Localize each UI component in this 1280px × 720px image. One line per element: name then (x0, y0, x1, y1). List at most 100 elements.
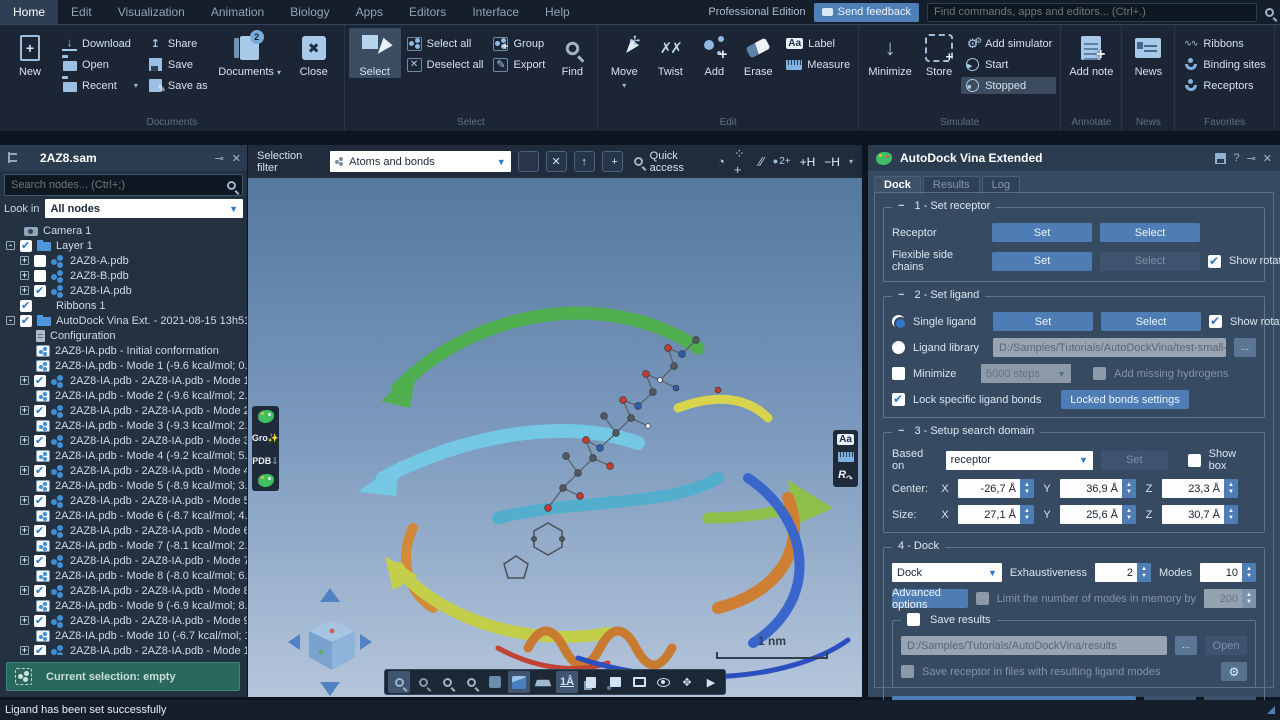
orientation-gizmo[interactable] (284, 586, 376, 697)
tree-item[interactable]: 2AZ8-A.pdb (0, 253, 247, 268)
tree-item[interactable]: 2AZ8-IA.pdb - Mode 9 (-6.9 kcal/mol; 8.0… (0, 598, 247, 613)
recent-caret-icon[interactable]: ▾ (134, 81, 138, 90)
save-as-button[interactable]: Save as (144, 77, 212, 94)
tree-item[interactable]: 2AZ8-IA.pdb (0, 283, 247, 298)
history-clock-icon[interactable]: ◔ (717, 154, 725, 169)
new-button[interactable]: +New (4, 28, 56, 78)
gro-importer-button[interactable]: Gro✨ (252, 428, 279, 446)
size-z-spinner[interactable]: 30,7 Å▲▼ (1162, 505, 1238, 524)
fullscreen-button[interactable]: ✥ (676, 671, 698, 693)
library-path-field[interactable]: D:/Samples/Tutorials/AutoDockVina/test-s… (993, 338, 1226, 357)
tree-item[interactable]: 2AZ8-IA.pdb - 2AZ8-IA.pdb - Mode 9 (-6.9… (0, 613, 247, 628)
news-button[interactable]: News (1126, 28, 1170, 78)
open-results-button[interactable]: Open (1205, 636, 1247, 655)
save-receptor-checkbox[interactable] (901, 665, 914, 678)
visibility-button[interactable] (652, 671, 674, 693)
visibility-checkbox[interactable] (34, 285, 46, 297)
unit-scale-button[interactable]: 1Å (556, 671, 578, 693)
node-search-input[interactable] (11, 179, 223, 191)
zoom-region-button[interactable] (412, 671, 434, 693)
tree-item[interactable]: 2AZ8-IA.pdb - 2AZ8-IA.pdb - Mode 7 (-8.1… (0, 553, 247, 568)
expand-toggle-icon[interactable] (20, 286, 29, 295)
play-button[interactable]: ▶ (700, 671, 722, 693)
limit-modes-spinner[interactable]: 200▲▼ (1204, 589, 1256, 608)
expand-toggle-icon[interactable] (20, 556, 29, 565)
zoom-in-button[interactable]: + (436, 671, 458, 693)
results-settings-gear-icon[interactable]: ⚙ (1221, 662, 1247, 681)
expand-toggle-icon[interactable] (20, 256, 29, 265)
label-button[interactable]: AaLabel (782, 35, 854, 52)
send-feedback-button[interactable]: Send feedback (814, 3, 919, 22)
menu-tab[interactable]: Visualization (105, 0, 198, 24)
tree-item[interactable]: 2AZ8-IA.pdb - Mode 7 (-8.1 kcal/mol; 2.7… (0, 538, 247, 553)
visibility-checkbox[interactable] (34, 255, 46, 267)
minimize-checkbox[interactable] (892, 367, 905, 380)
ligand-library-radio[interactable] (892, 341, 905, 354)
expand-toggle-icon[interactable] (20, 376, 29, 385)
stopped-button[interactable]: Stopped (961, 77, 1056, 94)
add-simulator-button[interactable]: Add simulator (961, 35, 1056, 52)
visibility-checkbox[interactable] (34, 555, 46, 567)
help-icon[interactable]: ? (1233, 152, 1239, 164)
collapse-section-icon[interactable]: − (898, 425, 904, 437)
show-rotatable-bonds-checkbox[interactable] (1208, 255, 1221, 268)
select-all-button[interactable]: Select all (403, 35, 488, 52)
save-button[interactable]: Save (144, 56, 212, 73)
samson-app-icon[interactable] (258, 410, 274, 423)
tree-item[interactable]: 2AZ8-IA.pdb - 2AZ8-IA.pdb - Mode 6 (-8.7… (0, 523, 247, 538)
results-path-field[interactable]: D:/Samples/Tutorials/AutoDockVina/result… (901, 636, 1167, 655)
deselect-viewport-button[interactable]: ✕ (546, 151, 567, 172)
lock-bonds-checkbox[interactable] (892, 393, 905, 406)
zoom-tool-button[interactable] (388, 671, 410, 693)
expand-toggle-icon[interactable] (6, 316, 15, 325)
visibility-checkbox[interactable] (34, 645, 46, 656)
ribbons-button[interactable]: Ribbons (1179, 35, 1269, 52)
tree-item[interactable]: AutoDock Vina Ext. - 2021-08-15 13h51m31… (0, 313, 247, 328)
locked-bonds-settings-button[interactable]: Locked bonds settings (1061, 390, 1189, 409)
tree-item[interactable]: Layer 1 (0, 238, 247, 253)
add-molecule-icon[interactable]: ⁘+ (734, 146, 751, 177)
command-search-input[interactable] (927, 3, 1257, 22)
tree-item[interactable]: Camera 1 (0, 223, 247, 238)
show-box-checkbox[interactable] (1188, 454, 1201, 467)
open-button[interactable]: Open (58, 56, 142, 73)
menu-tab[interactable]: Biology (277, 0, 342, 24)
pin-panel-icon[interactable]: ⊸ (215, 152, 224, 165)
set-flexible-button[interactable]: Set (992, 252, 1092, 271)
visibility-checkbox[interactable] (20, 315, 32, 327)
select-up-button[interactable]: ↑ (574, 151, 595, 172)
tree-item[interactable]: 2AZ8-IA.pdb - Mode 3 (-9.3 kcal/mol; 2.2… (0, 418, 247, 433)
close-panel-icon[interactable]: ✕ (232, 152, 241, 165)
tree-item[interactable]: Configuration (0, 328, 247, 343)
measure-distance-icon[interactable]: ∕∕ (759, 154, 763, 169)
exhaustiveness-spinner[interactable]: 2▲▼ (1095, 563, 1151, 582)
expand-toggle-icon[interactable] (20, 406, 29, 415)
visibility-checkbox[interactable] (34, 270, 46, 282)
save-settings-icon[interactable] (1215, 153, 1226, 164)
visibility-checkbox[interactable] (34, 495, 46, 507)
remove-hydrogens-button[interactable]: −H (824, 155, 840, 169)
find-button[interactable]: Find (551, 28, 593, 78)
tree-item[interactable]: 2AZ8-IA.pdb - 2AZ8-IA.pdb - Mode 3 (-9.3… (0, 433, 247, 448)
move-button[interactable]: Move▾ (602, 28, 646, 90)
menu-tab[interactable]: Animation (198, 0, 277, 24)
tree-item[interactable]: 2AZ8-IA.pdb - Mode 10 (-6.7 kcal/mol; 15… (0, 628, 247, 643)
center-y-spinner[interactable]: 36,9 Å▲▼ (1060, 479, 1136, 498)
set-ligand-button[interactable]: Set (993, 312, 1093, 331)
single-ligand-radio[interactable] (892, 315, 905, 328)
browse-library-button[interactable]: ... (1234, 338, 1256, 357)
share-button[interactable]: Share (144, 35, 212, 52)
visibility-checkbox[interactable] (20, 300, 32, 312)
tree-item[interactable]: 2AZ8-IA.pdb - Initial conformation (0, 343, 247, 358)
tree-item[interactable]: 2AZ8-IA.pdb - 2AZ8-IA.pdb - Mode 2 (-9.6… (0, 403, 247, 418)
zoom-selection-icon[interactable] (634, 157, 643, 166)
deselect-all-button[interactable]: Deselect all (403, 56, 488, 73)
visibility-checkbox[interactable] (34, 405, 46, 417)
tree-item[interactable]: 2AZ8-IA.pdb - Mode 5 (-8.9 kcal/mol; 3.5… (0, 478, 247, 493)
binding-sites-button[interactable]: Binding sites (1179, 56, 1269, 73)
add-button[interactable]: Add (694, 28, 734, 78)
quick-access-caret-icon[interactable]: ▾ (849, 157, 853, 166)
tree-item[interactable]: 2AZ8-IA.pdb - Mode 4 (-9.2 kcal/mol; 5.6… (0, 448, 247, 463)
save-results-checkbox[interactable] (907, 613, 920, 626)
viewport-canvas[interactable]: 1 nm Gro✨ PDB⇩ Aa R + − (248, 178, 862, 697)
